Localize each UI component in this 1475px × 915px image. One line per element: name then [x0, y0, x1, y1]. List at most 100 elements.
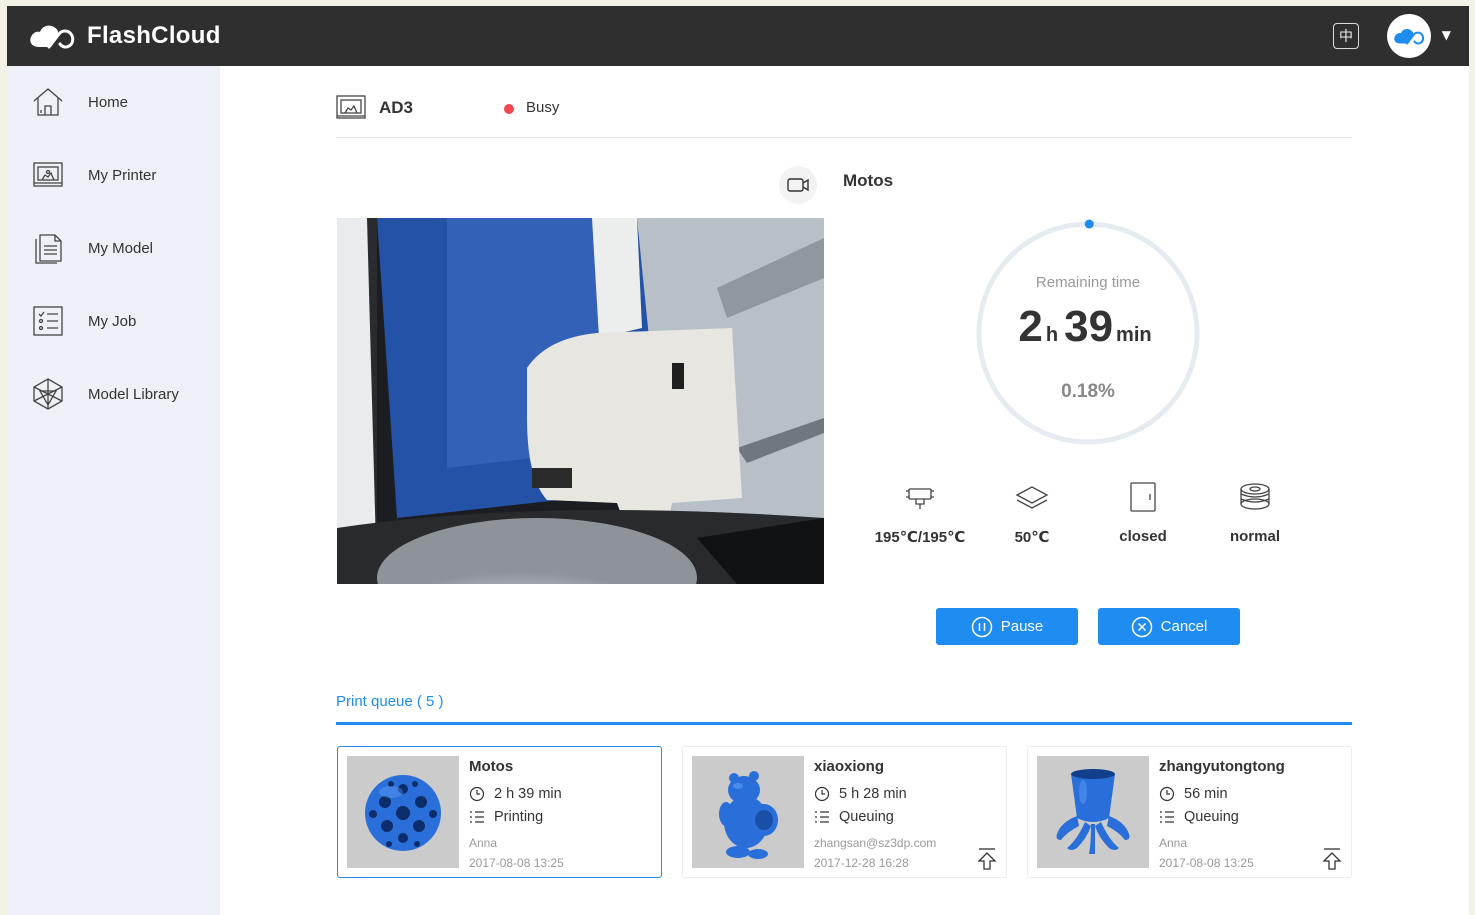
queue-item-date: 2017-12-28 16:28 [814, 856, 909, 870]
user-cloud-icon [1394, 28, 1425, 45]
sidebar-item-label: My Model [88, 239, 154, 257]
pause-button[interactable]: Pause [936, 608, 1078, 645]
sidebar-item-label: Model Library [88, 385, 179, 403]
move-to-top-icon[interactable] [1321, 847, 1343, 871]
remaining-time: 2 h 39 min [973, 302, 1203, 352]
sidebar-item-label: My Job [88, 312, 137, 330]
cloud-logo-icon [30, 25, 75, 49]
filament-status-value: normal [1229, 528, 1280, 545]
queue-item-name: xiaoxiong [814, 758, 885, 775]
language-toggle-button[interactable]: 中 [1333, 23, 1359, 49]
queue-item-state-text: Queuing [1184, 809, 1239, 825]
queue-item-owner: zhangsan@sz3dp.com [814, 836, 937, 850]
cancel-label: Cancel [1160, 618, 1208, 635]
job-list-icon [33, 306, 63, 336]
current-job-name: Motos [843, 171, 894, 190]
remaining-hours: 2 [1018, 302, 1043, 351]
home-icon [33, 88, 63, 116]
queue-item-time-text: 5 h 28 min [839, 786, 907, 802]
extruder-temp-value: 195℃/195℃ [874, 529, 966, 546]
queue-card[interactable]: Motos 2 h 39 min Printing Anna 2017-08-0… [337, 746, 662, 878]
print-queue-tab[interactable]: Print queue ( 5 ) [336, 693, 444, 710]
queue-item-time-text: 2 h 39 min [494, 786, 562, 802]
cancel-button[interactable]: Cancel [1098, 608, 1240, 645]
queue-item-date: 2017-08-08 13:25 [469, 856, 564, 870]
logo[interactable]: FlashCloud [27, 21, 221, 51]
sidebar-item-model-library[interactable]: Model Library [7, 369, 220, 419]
queue-item-name: zhangyutongtong [1159, 758, 1285, 775]
sidebar-item-my-printer[interactable]: My Printer [7, 150, 220, 200]
model-thumbnail [1037, 756, 1149, 868]
clock-icon [1159, 786, 1175, 802]
camera-feed [337, 218, 824, 584]
queue-item-state: Queuing [1159, 809, 1239, 825]
hours-unit: h [1045, 324, 1059, 346]
minutes-unit: min [1116, 324, 1152, 346]
model-thumbnail [347, 756, 459, 868]
top-bar: FlashCloud 中 ▼ [7, 6, 1469, 66]
printer-header: AD3 Busy [336, 94, 1352, 138]
filament-stat: normal [1195, 480, 1315, 545]
model-thumbnail [692, 756, 804, 868]
clock-icon [469, 786, 485, 802]
queue-item-owner: Anna [1159, 836, 1188, 850]
camera-feed-image [337, 218, 824, 584]
printer-icon [33, 162, 63, 187]
progress-indicator-dot [1084, 219, 1094, 229]
printer-name: AD3 [379, 98, 414, 117]
progress-percent: 0.18% [1061, 381, 1115, 402]
queue-item-time: 5 h 28 min [814, 786, 907, 802]
sidebar-item-my-job[interactable]: My Job [7, 296, 220, 346]
queue-item-name: Motos [469, 758, 514, 775]
sidebar-item-home[interactable]: Home [7, 77, 220, 127]
bear-model-image [692, 756, 804, 868]
queue-card[interactable]: xiaoxiong 5 h 28 min Queuing zhangsan@sz… [682, 746, 1007, 878]
sphere-model-image [347, 756, 459, 868]
chevron-down-icon[interactable]: ▼ [1442, 28, 1451, 42]
clock-icon [814, 786, 830, 802]
printer-status: Busy [526, 99, 560, 116]
sidebar-item-label: Home [88, 93, 129, 111]
close-circle-icon [1131, 616, 1152, 637]
printer-icon [336, 95, 366, 119]
sidebar-item-label: My Printer [88, 166, 157, 184]
queue-item-state: Queuing [814, 809, 894, 825]
queue-item-time: 2 h 39 min [469, 786, 562, 802]
bed-temp-stat: 50℃ [972, 480, 1092, 546]
remaining-minutes: 39 [1064, 302, 1114, 351]
door-icon [1130, 482, 1156, 512]
app-name: FlashCloud [87, 22, 221, 49]
list-icon [470, 811, 484, 823]
pause-icon [971, 616, 992, 637]
extruder-icon [906, 488, 934, 509]
queue-divider [336, 722, 1352, 725]
app-window: FlashCloud 中 ▼ Home My Printer My Model … [7, 6, 1469, 915]
queue-item-time-text: 56 min [1184, 786, 1228, 802]
queue-item-time: 56 min [1159, 786, 1228, 802]
sidebar: Home My Printer My Model My Job Model Li… [7, 66, 220, 915]
pause-label: Pause [1000, 618, 1044, 635]
move-to-top-icon[interactable] [976, 847, 998, 871]
queue-card[interactable]: zhangyutongtong 56 min Queuing Anna 2017… [1027, 746, 1352, 878]
door-status-value: closed [1119, 528, 1167, 545]
polyhedron-icon [33, 378, 63, 410]
layers-icon [1015, 486, 1049, 509]
status-dot [504, 104, 514, 114]
bed-temp-value: 50℃ [1014, 529, 1050, 546]
remaining-time-label: Remaining time [1035, 274, 1141, 291]
sidebar-item-my-model[interactable]: My Model [7, 223, 220, 273]
video-camera-icon [787, 178, 809, 192]
door-stat: closed [1083, 480, 1203, 545]
queue-item-owner: Anna [469, 836, 498, 850]
filament-spool-icon [1240, 483, 1270, 510]
list-icon [815, 811, 829, 823]
list-icon [1160, 811, 1174, 823]
queue-item-state-text: Queuing [839, 809, 894, 825]
queue-item-state-text: Printing [494, 809, 544, 825]
queue-item-state: Printing [469, 809, 543, 825]
avatar[interactable] [1387, 14, 1431, 58]
camera-toggle-button[interactable] [779, 166, 817, 204]
octopus-model-image [1037, 756, 1149, 868]
queue-item-date: 2017-08-08 13:25 [1159, 856, 1254, 870]
extruder-temp-stat: 195℃/195℃ [860, 480, 980, 546]
